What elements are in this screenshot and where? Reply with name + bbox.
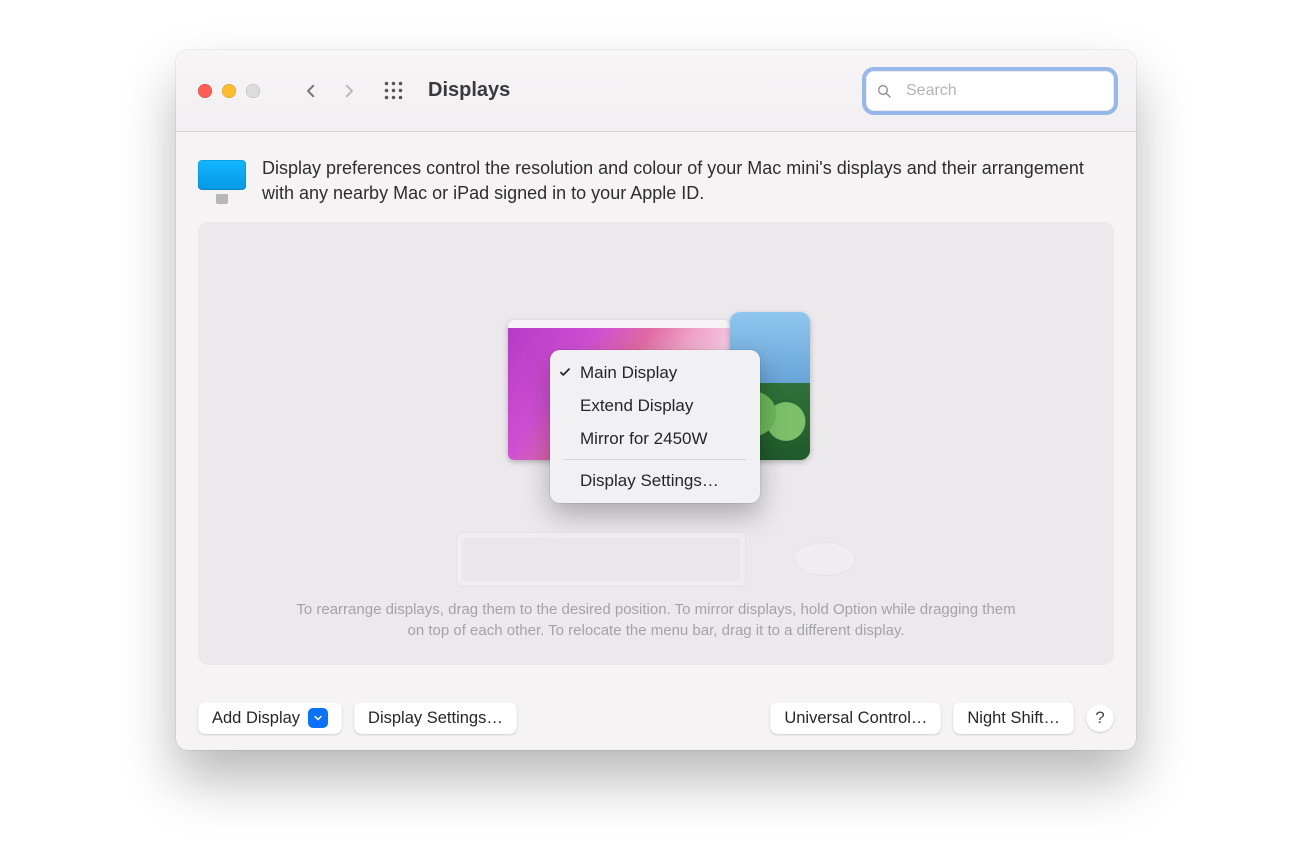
search-icon (876, 83, 892, 99)
menu-item-label: Extend Display (580, 396, 693, 416)
help-label: ? (1095, 708, 1104, 728)
menu-item-label: Mirror for 2450W (580, 429, 708, 449)
button-label: Display Settings… (368, 709, 503, 728)
minimize-window-button[interactable] (222, 84, 236, 98)
close-window-button[interactable] (198, 84, 212, 98)
chevron-down-icon (312, 712, 324, 724)
universal-control-button[interactable]: Universal Control… (770, 702, 941, 734)
mouse-icon (794, 542, 856, 576)
add-display-disclosure[interactable] (308, 708, 328, 728)
show-all-preferences-button[interactable] (374, 72, 412, 110)
button-label: Night Shift… (967, 709, 1060, 728)
display-icon (198, 160, 246, 202)
window-title: Displays (428, 79, 510, 102)
desk-row: To rearrange displays, drag them to the … (198, 547, 1114, 665)
titlebar: Displays (176, 50, 1136, 132)
search-input[interactable] (906, 82, 1113, 100)
menu-item-extend-display[interactable]: Extend Display (550, 389, 760, 422)
menu-item-label: Display Settings… (580, 471, 719, 491)
content-area: Display preferences control the resoluti… (176, 132, 1136, 665)
arrangement-area[interactable]: Main Display Extend Display Mirror for 2… (198, 222, 1114, 547)
hint-text: To rearrange displays, drag them to the … (276, 599, 1036, 641)
bottom-toolbar: Add Display Display Settings… Universal … (176, 686, 1136, 750)
chevron-right-icon (340, 82, 358, 100)
grid-icon (383, 80, 404, 101)
keyboard-icon (456, 532, 746, 587)
menu-separator (564, 459, 746, 460)
button-label: Universal Control… (784, 709, 927, 728)
intro-text: Display preferences control the resoluti… (262, 156, 1114, 206)
menu-item-label: Main Display (580, 363, 677, 383)
back-button[interactable] (292, 72, 330, 110)
display-settings-button[interactable]: Display Settings… (354, 702, 517, 734)
zoom-window-button[interactable] (246, 84, 260, 98)
search-field[interactable] (866, 71, 1114, 111)
forward-button[interactable] (330, 72, 368, 110)
button-label: Add Display (212, 709, 300, 728)
help-button[interactable]: ? (1086, 704, 1114, 732)
preferences-window: Displays Display preferences control the… (176, 50, 1136, 750)
add-display-button[interactable]: Add Display (198, 702, 342, 734)
intro-row: Display preferences control the resoluti… (198, 156, 1114, 206)
display-role-menu: Main Display Extend Display Mirror for 2… (550, 350, 760, 503)
keyboard-mouse-illustration (456, 532, 856, 587)
night-shift-button[interactable]: Night Shift… (953, 702, 1074, 734)
menu-item-main-display[interactable]: Main Display (550, 356, 760, 389)
menu-item-display-settings[interactable]: Display Settings… (550, 464, 760, 497)
window-controls (198, 84, 260, 98)
menu-item-mirror[interactable]: Mirror for 2450W (550, 422, 760, 455)
chevron-left-icon (302, 82, 320, 100)
